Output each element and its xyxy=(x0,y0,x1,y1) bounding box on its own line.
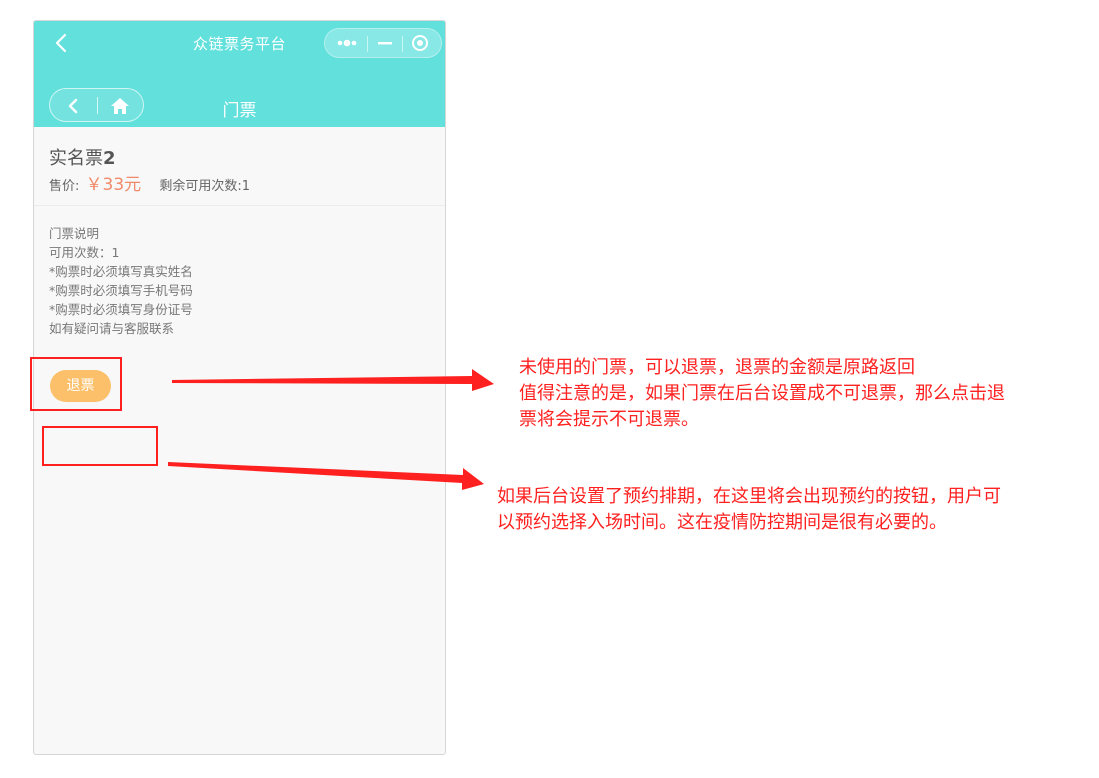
note-line: 如果后台设置了预约排期，在这里将会出现预约的按钮，用户可 xyxy=(497,486,1001,507)
note-line: 票将会提示不可退票。 xyxy=(519,409,699,430)
annotation-reservation-note: 如果后台设置了预约排期，在这里将会出现预约的按钮，用户可 以预约选择入场时间。这… xyxy=(497,484,1087,536)
note-line: 未使用的门票，可以退票，退票的金额是原路返回 xyxy=(519,357,915,378)
annotation-refund-note: 未使用的门票，可以退票，退票的金额是原路返回 值得注意的是，如果门票在后台设置成… xyxy=(519,355,1094,433)
note-line: 值得注意的是，如果门票在后台设置成不可退票，那么点击退 xyxy=(519,383,1005,404)
arrow-reservation xyxy=(168,462,484,490)
note-line: 以预约选择入场时间。这在疫情防控期间是很有必要的。 xyxy=(497,512,947,533)
arrow-refund xyxy=(172,369,494,391)
